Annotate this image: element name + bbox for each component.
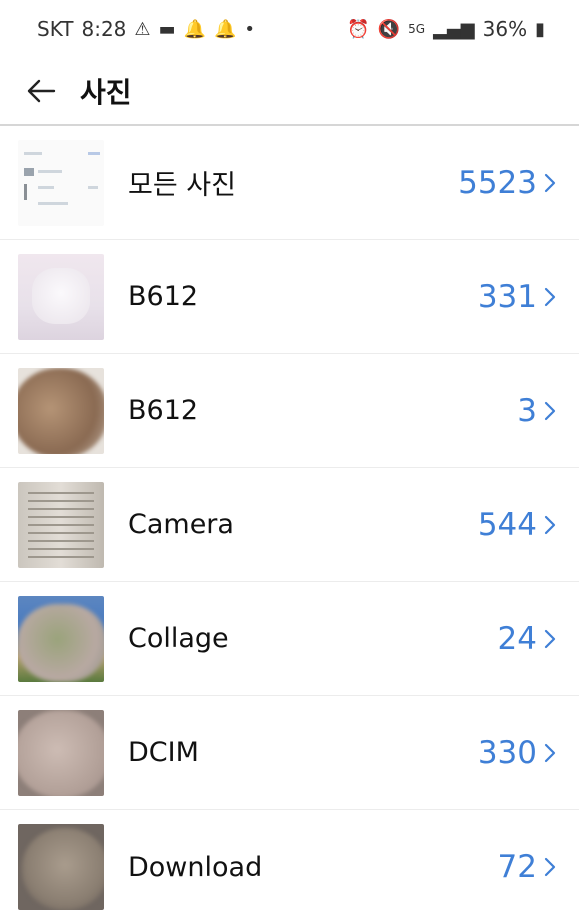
- arrow-left-icon: [27, 79, 56, 103]
- album-row[interactable]: Camera 544: [0, 468, 579, 582]
- album-name: B612: [128, 281, 199, 312]
- signal-icon: ▂▄▆: [433, 18, 475, 40]
- album-count: 5523: [458, 164, 537, 201]
- album-row[interactable]: B612 331: [0, 240, 579, 354]
- mute-icon: 🔇: [377, 18, 401, 40]
- album-count: 24: [497, 620, 537, 657]
- album-thumbnail: [18, 367, 104, 454]
- chevron-right-icon: [544, 287, 556, 306]
- album-row[interactable]: Download 72: [0, 810, 579, 924]
- chevron-right-icon: [544, 515, 556, 534]
- bell-icon: 🔔: [183, 18, 206, 40]
- chevron-right-icon: [544, 629, 556, 648]
- album-thumbnail: [18, 139, 104, 226]
- album-list: 모든 사진 5523 B612 331 B612 3 Camera 544 Co…: [0, 126, 579, 924]
- album-row[interactable]: DCIM 330: [0, 696, 579, 810]
- battery-icon: ▮: [535, 18, 545, 40]
- back-button[interactable]: [22, 72, 60, 110]
- album-row[interactable]: 모든 사진 5523: [0, 126, 579, 240]
- status-bar: SKT 8:28 ⚠ ▬ 🔔 🔔 • ⏰ 🔇 5G ▂▄▆ 36% ▮: [0, 0, 579, 58]
- album-count: 3: [517, 392, 537, 429]
- album-row[interactable]: Collage 24: [0, 582, 579, 696]
- chevron-right-icon: [544, 173, 556, 192]
- album-name: Collage: [128, 623, 229, 654]
- album-count: 331: [477, 278, 537, 315]
- app-header: 사진: [0, 58, 579, 126]
- album-thumbnail: [18, 824, 104, 910]
- album-count: 544: [477, 506, 537, 543]
- time-label: 8:28: [81, 17, 127, 41]
- network-5g-icon: 5G: [408, 22, 426, 36]
- warning-icon: ⚠: [134, 18, 151, 40]
- album-name: 모든 사진: [128, 170, 236, 201]
- carrier-label: SKT: [37, 17, 74, 41]
- status-right: ⏰ 🔇 5G ▂▄▆ 36% ▮: [347, 17, 545, 41]
- album-thumbnail: [18, 709, 104, 796]
- album-name: DCIM: [128, 737, 199, 768]
- chevron-right-icon: [544, 857, 556, 877]
- album-row[interactable]: B612 3: [0, 354, 579, 468]
- battery-label: 36%: [482, 17, 528, 41]
- album-count: 72: [497, 849, 537, 885]
- status-left: SKT 8:28 ⚠ ▬ 🔔 🔔 •: [37, 17, 255, 41]
- album-count: 330: [477, 734, 537, 771]
- album-thumbnail: [18, 481, 104, 568]
- album-name: B612: [128, 395, 199, 426]
- album-name: Camera: [128, 509, 234, 540]
- alarm-icon: ⏰: [347, 18, 370, 40]
- dot-icon: •: [244, 18, 256, 40]
- page-title: 사진: [80, 76, 132, 109]
- album-thumbnail: [18, 253, 104, 340]
- chevron-right-icon: [544, 401, 556, 420]
- album-thumbnail: [18, 595, 104, 682]
- chevron-right-icon: [544, 743, 556, 762]
- bell-icon: 🔔: [213, 18, 237, 40]
- message-icon: ▬: [158, 18, 176, 40]
- album-name: Download: [128, 851, 263, 883]
